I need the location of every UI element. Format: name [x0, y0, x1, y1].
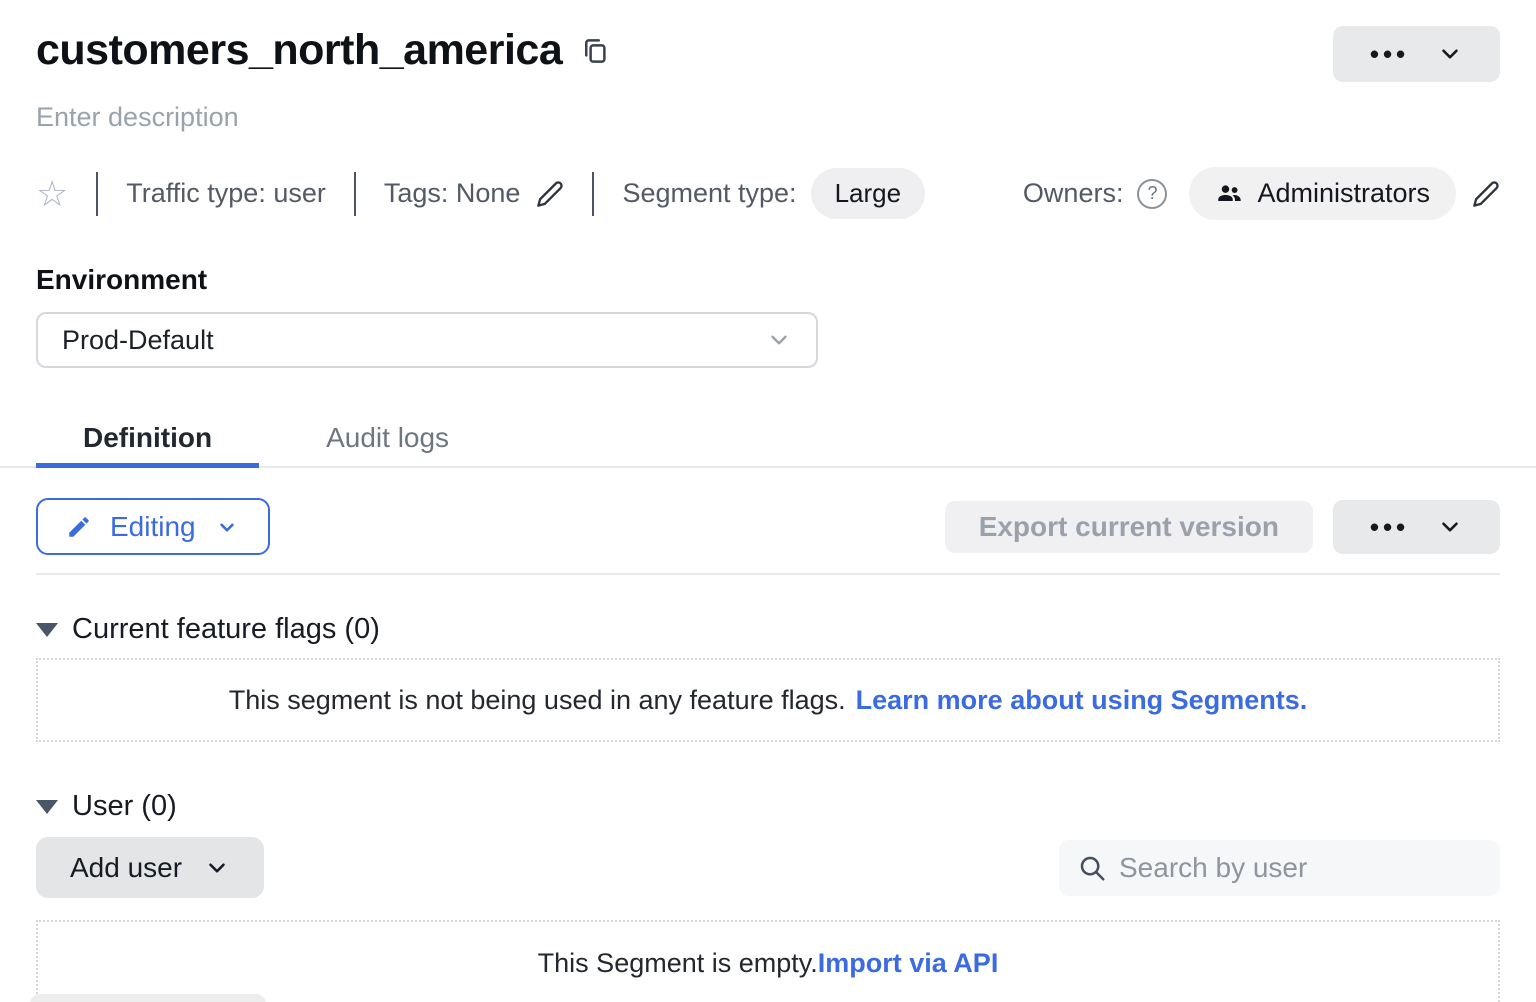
segment-detail-page: customers_north_america ••• Enter descri…: [0, 0, 1536, 1002]
owners-chip[interactable]: Administrators: [1189, 167, 1456, 220]
favorite-star-icon[interactable]: ☆: [36, 176, 68, 212]
tab-definition[interactable]: Definition: [36, 410, 259, 466]
editing-dropdown-button[interactable]: Editing: [36, 498, 270, 555]
environment-selected-value: Prod-Default: [62, 325, 214, 356]
edit-owners-pencil-icon[interactable]: [1472, 180, 1500, 208]
page-header: customers_north_america •••: [0, 0, 1536, 82]
traffic-type-label: Traffic type: user: [126, 178, 326, 209]
chevron-down-icon: [766, 327, 792, 353]
segment-type-label: Segment type:: [622, 178, 796, 209]
more-icon: •••: [1370, 514, 1409, 540]
help-icon[interactable]: ?: [1137, 179, 1167, 209]
search-icon: [1077, 853, 1107, 883]
feature-flags-empty-state: This segment is not being used in any fe…: [36, 658, 1500, 742]
divider: [592, 172, 594, 216]
editing-label: Editing: [110, 511, 196, 543]
chevron-down-icon: [204, 855, 230, 881]
add-user-button[interactable]: Add user: [36, 837, 264, 898]
copy-icon[interactable]: [580, 36, 610, 66]
segment-type-badge: Large: [811, 168, 926, 219]
feature-flags-empty-text: This segment is not being used in any fe…: [229, 685, 846, 716]
add-user-label: Add user: [70, 852, 182, 884]
owners-value: Administrators: [1257, 178, 1430, 209]
owners-label: Owners:: [1023, 178, 1124, 209]
user-heading: User (0): [72, 790, 177, 823]
feature-flags-section-header[interactable]: Current feature flags (0): [0, 613, 1536, 646]
environment-label: Environment: [0, 264, 1536, 296]
divider: [36, 573, 1500, 575]
more-icon: •••: [1370, 41, 1409, 67]
feature-flags-heading: Current feature flags (0): [72, 613, 380, 646]
owners-group: Owners: ? Administrators: [1023, 167, 1500, 220]
user-section-header[interactable]: User (0): [0, 790, 1536, 823]
cut-off-button: [30, 994, 266, 1002]
header-more-actions-button[interactable]: •••: [1333, 26, 1500, 82]
pencil-icon: [66, 514, 92, 540]
export-current-version-button[interactable]: Export current version: [945, 501, 1313, 553]
tab-bar: Definition Audit logs: [0, 410, 1536, 468]
definition-toolbar: Editing Export current version •••: [0, 498, 1536, 555]
import-via-api-link[interactable]: Import via API: [818, 948, 999, 979]
edit-tags-pencil-icon[interactable]: [536, 180, 564, 208]
tab-audit-logs[interactable]: Audit logs: [279, 410, 496, 466]
collapse-triangle-icon: [36, 623, 58, 637]
tags-label: Tags: None: [384, 178, 521, 209]
chevron-down-icon: [1437, 41, 1463, 67]
environment-select[interactable]: Prod-Default: [36, 312, 818, 368]
meta-row: ☆ Traffic type: user Tags: None Segment …: [0, 167, 1536, 220]
user-empty-state: This Segment is empty. Import via API: [36, 920, 1500, 1002]
description-placeholder[interactable]: Enter description: [0, 102, 1536, 133]
user-search: [1059, 840, 1500, 896]
chevron-down-icon: [1437, 514, 1463, 540]
segment-empty-text: This Segment is empty.: [538, 948, 818, 979]
learn-more-link[interactable]: Learn more about using Segments.: [856, 685, 1308, 716]
toolbar-more-actions-button[interactable]: •••: [1333, 500, 1500, 554]
divider: [354, 172, 356, 216]
collapse-triangle-icon: [36, 800, 58, 814]
user-controls: Add user: [0, 837, 1536, 898]
page-title: customers_north_america: [36, 26, 562, 75]
search-by-user-input[interactable]: [1119, 852, 1482, 884]
chevron-down-icon: [214, 514, 240, 540]
divider: [96, 172, 98, 216]
people-icon: [1215, 180, 1243, 208]
